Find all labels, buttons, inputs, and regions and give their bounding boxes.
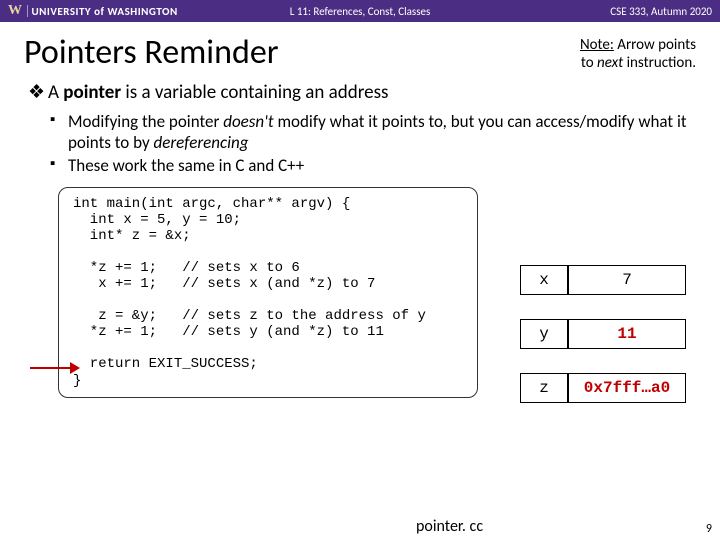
header-bar: W UNIVERSITY of WASHINGTON L 11: Referen… xyxy=(0,0,720,22)
square-bullet-icon: ▪ xyxy=(50,111,68,154)
arrow-note: Note: Arrow points to next instruction. xyxy=(580,37,696,72)
bullet-text: Modifying the pointer doesn't modify wha… xyxy=(68,111,692,154)
bullet-level1: ❖ A pointer is a variable containing an … xyxy=(28,81,692,105)
square-bullet-icon: ▪ xyxy=(50,155,68,176)
bullet-text: A pointer is a variable containing an ad… xyxy=(48,81,388,105)
code-block: int main(int argc, char** argv) { int x … xyxy=(58,187,478,398)
note-label: Note: xyxy=(580,36,614,54)
bullet-text: These work the same in C and C++ xyxy=(68,155,304,176)
bullet-level2: ▪ Modifying the pointer doesn't modify w… xyxy=(50,111,692,154)
var-name: y xyxy=(520,319,568,349)
title-row: Pointers Reminder Note: Arrow points to … xyxy=(0,22,720,81)
lecture-title: L 11: References, Const, Classes xyxy=(0,5,720,18)
source-filename: pointer. cc xyxy=(416,517,483,536)
bullet-level2: ▪ These work the same in C and C++ xyxy=(50,155,692,176)
page-title: Pointers Reminder xyxy=(24,32,580,73)
var-value: 0x7fff…a0 xyxy=(568,373,686,403)
memory-row-z: z 0x7fff…a0 xyxy=(520,373,700,403)
var-value: 7 xyxy=(568,265,686,295)
page-number: 9 xyxy=(706,522,712,536)
diamond-bullet-icon: ❖ xyxy=(28,81,48,105)
var-value: 11 xyxy=(568,319,686,349)
memory-table: x 7 y 11 z 0x7fff…a0 xyxy=(520,265,700,427)
memory-row-y: y 11 xyxy=(520,319,700,349)
memory-row-x: x 7 xyxy=(520,265,700,295)
var-name: z xyxy=(520,373,568,403)
var-name: x xyxy=(520,265,568,295)
